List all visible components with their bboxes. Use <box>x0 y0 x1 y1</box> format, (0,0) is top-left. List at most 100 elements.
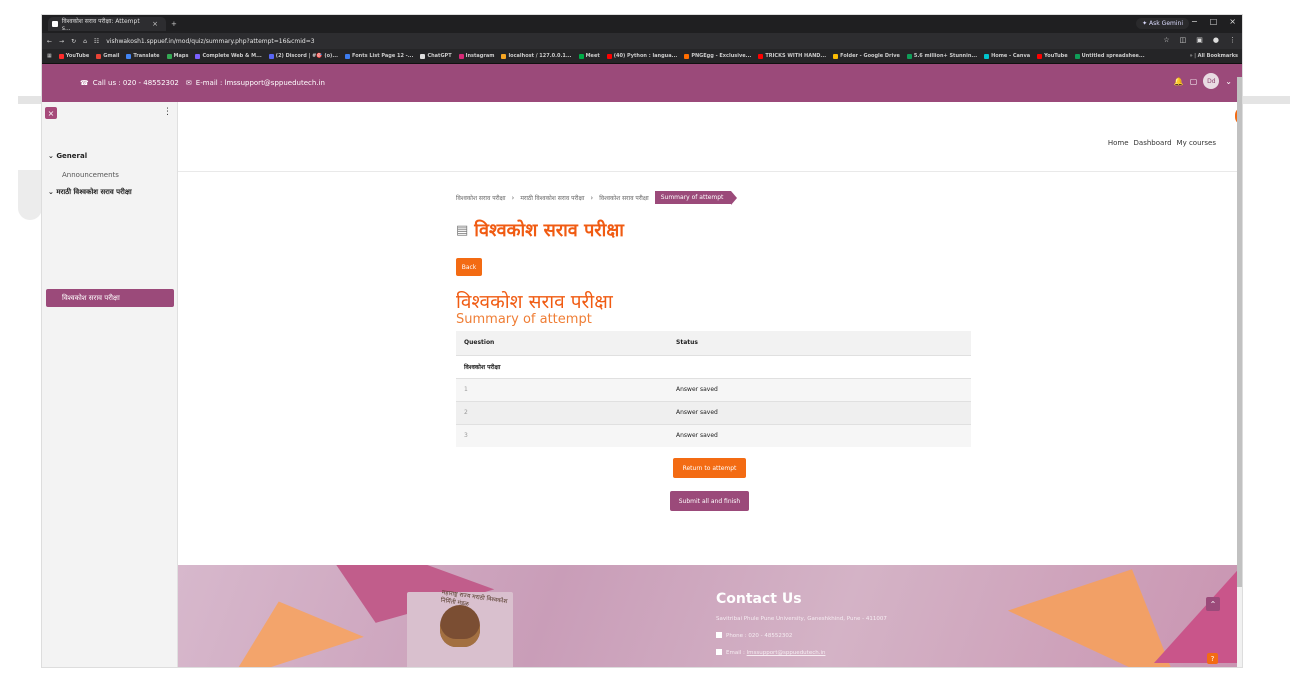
bookmarks-bar: ▦ YouTube Gmail Translate Maps Complete … <box>42 49 1242 64</box>
breadcrumb-item-2[interactable]: मराठी विश्वकोश सराव परीक्षा <box>520 194 584 202</box>
email-link[interactable]: lmssupport@sppuedutech.in <box>747 650 826 656</box>
user-actions: 🔔 ▢ Dd ⌄ <box>1174 73 1232 89</box>
bookmark-python[interactable]: (40) Python : langua... <box>606 53 677 59</box>
bookmark-fonts[interactable]: Fonts List Page 12 -... <box>345 53 413 59</box>
help-icon[interactable]: ? <box>1207 653 1218 664</box>
extensions-icon[interactable]: ◫ <box>1180 36 1187 44</box>
page-scrollbar[interactable] <box>1237 77 1242 667</box>
question-status: Answer saved <box>668 400 971 424</box>
bookmark-youtube[interactable]: YouTube <box>58 53 89 59</box>
screenshot-frame: विश्वकोश सराव परीक्षा: Attempt s... × + … <box>0 0 1293 680</box>
column-status: Status <box>668 331 971 355</box>
chevron-down-icon[interactable]: ⌄ <box>1225 77 1232 86</box>
sidebar-icon[interactable]: ▣ <box>1196 36 1203 44</box>
mail-icon: ✉ <box>185 79 192 87</box>
phone-icon <box>716 632 722 638</box>
close-window-icon[interactable]: × <box>1229 17 1236 26</box>
table-row[interactable]: 3 Answer saved <box>456 423 971 447</box>
summary-heading: Summary of attempt <box>456 312 592 327</box>
nav-active-quiz[interactable]: विश्वकोश सराव परीक्षा <box>46 289 174 307</box>
column-question: Question <box>456 331 668 355</box>
section-label: विश्वकोश परीक्षा <box>456 354 971 378</box>
scroll-top-icon[interactable]: ⌃ <box>1206 597 1220 611</box>
quiz-heading: विश्वकोश सराव परीक्षा <box>456 291 613 313</box>
new-tab-icon[interactable]: + <box>171 20 177 28</box>
kalash-icon <box>440 605 480 647</box>
question-number[interactable]: 1 <box>456 377 668 401</box>
profile-icon[interactable]: ● <box>1213 36 1219 44</box>
drawer-options-icon[interactable]: ⋮ <box>163 107 172 117</box>
minimize-icon[interactable]: − <box>1191 17 1198 26</box>
phone-icon: ☎ <box>80 79 89 87</box>
bookmark-chatgpt[interactable]: ChatGPT <box>420 53 452 59</box>
section-marathi-practice[interactable]: ⌄ मराठी विश्वकोश सराव परीक्षा <box>48 188 132 197</box>
outer-decoration <box>18 170 42 220</box>
close-tab-icon[interactable]: × <box>152 20 158 28</box>
address-bar: ← → ↻ ⌂ ☷ vishwakosh1.sppuef.in/mod/quiz… <box>42 33 1242 49</box>
nav-my-courses[interactable]: My courses <box>1177 139 1216 147</box>
star-icon[interactable]: ☆ <box>1163 36 1169 44</box>
gemini-button[interactable]: ✦ Ask Gemini <box>1136 18 1189 29</box>
url-field[interactable]: vishwakosh1.sppuef.in/mod/quiz/summary.p… <box>106 38 314 45</box>
bookmark-localhost[interactable]: localhost / 127.0.0.1... <box>501 53 572 59</box>
bookmark-canva[interactable]: Home - Canva <box>984 53 1030 59</box>
bookmark-spreadsheet[interactable]: Untitled spreadshee... <box>1074 53 1145 59</box>
bookmark-youtube-2[interactable]: YouTube <box>1037 53 1068 59</box>
header-divider <box>178 171 1242 172</box>
bookmark-tricks[interactable]: TRICKS WITH HAND... <box>758 53 826 59</box>
bookmark-gmail[interactable]: Gmail <box>96 53 119 59</box>
back-arrow-icon[interactable]: ← <box>47 38 52 45</box>
breadcrumb-item-1[interactable]: विश्वकोश सराव परीक्षा <box>456 194 506 202</box>
return-to-attempt-button[interactable]: Return to attempt <box>673 458 746 478</box>
bookmark-meet[interactable]: Meet <box>578 53 600 59</box>
site-topbar: ☎ Call us : 020 - 48552302 ✉ E-mail : lm… <box>42 64 1242 102</box>
bookmark-web[interactable]: Complete Web & M... <box>195 53 262 59</box>
question-number[interactable]: 2 <box>456 400 668 424</box>
reload-icon[interactable]: ↻ <box>71 38 76 45</box>
avatar[interactable]: Dd <box>1203 73 1220 89</box>
site-footer: महाराष्ट्र राज्य मराठी विश्वकोश निर्मिती… <box>178 565 1242 667</box>
back-button[interactable]: Back <box>456 258 482 276</box>
table-section-row: विश्वकोश परीक्षा <box>456 354 971 378</box>
nav-announcements[interactable]: Announcements <box>62 171 119 179</box>
question-number[interactable]: 3 <box>456 423 668 447</box>
menu-icon[interactable]: ⋮ <box>1229 36 1236 44</box>
address: Savitribai Phule Pune University, Ganesh… <box>716 616 887 622</box>
bookmark-maps[interactable]: Maps <box>166 53 188 59</box>
primary-navigation: Home Dashboard My courses <box>1108 139 1216 147</box>
bookmark-discord[interactable]: (2) Discord | #🎯 (o)... <box>268 53 338 59</box>
page-title: ▤ विश्वकोश सराव परीक्षा <box>456 220 624 241</box>
bookmark-stunning[interactable]: 5.6 million+ Stunnin... <box>906 53 977 59</box>
site-info-icon[interactable]: ☷ <box>94 38 99 45</box>
section-general[interactable]: ⌄ General <box>48 152 87 160</box>
contact-section: Contact Us Savitribai Phule Pune Univers… <box>716 591 887 666</box>
bookmark-pngegg[interactable]: PNGEgg - Exclusive... <box>684 53 751 59</box>
table-row[interactable]: 1 Answer saved <box>456 377 971 401</box>
nav-home[interactable]: Home <box>1108 139 1129 147</box>
all-bookmarks[interactable]: » | All Bookmarks <box>1181 53 1238 59</box>
mail-icon <box>716 649 722 655</box>
home-icon[interactable]: ⌂ <box>83 38 87 45</box>
chevron-right-icon: › <box>511 193 515 202</box>
messages-icon[interactable]: ▢ <box>1190 77 1198 86</box>
window-controls: − □ × <box>1191 17 1236 26</box>
phone-line: Phone : 020 - 48552302 <box>716 632 887 639</box>
bookmark-drive[interactable]: Folder - Google Drive <box>833 53 900 59</box>
browser-tab[interactable]: विश्वकोश सराव परीक्षा: Attempt s... × <box>48 17 166 32</box>
scrollbar-thumb[interactable] <box>1237 77 1242 587</box>
main-content: ‹ Home Dashboard My courses विश्वकोश सरा… <box>178 102 1242 667</box>
nav-dashboard[interactable]: Dashboard <box>1134 139 1172 147</box>
bookmark-instagram[interactable]: Instagram <box>458 53 494 59</box>
question-status: Answer saved <box>668 377 971 401</box>
submit-all-button[interactable]: Submit all and finish <box>670 491 749 511</box>
apps-icon[interactable]: ▦ <box>47 53 52 59</box>
browser-window: विश्वकोश सराव परीक्षा: Attempt s... × + … <box>41 14 1243 668</box>
maximize-icon[interactable]: □ <box>1210 17 1218 26</box>
breadcrumb-item-3[interactable]: विश्वकोश सराव परीक्षा <box>599 194 649 202</box>
close-drawer-icon[interactable]: × <box>45 107 57 119</box>
bookmark-translate[interactable]: Translate <box>126 53 160 59</box>
breadcrumb: विश्वकोश सराव परीक्षा › मराठी विश्वकोश स… <box>456 191 738 205</box>
forward-arrow-icon[interactable]: → <box>59 38 64 45</box>
notification-icon[interactable]: 🔔 <box>1174 77 1184 86</box>
table-row[interactable]: 2 Answer saved <box>456 400 971 424</box>
